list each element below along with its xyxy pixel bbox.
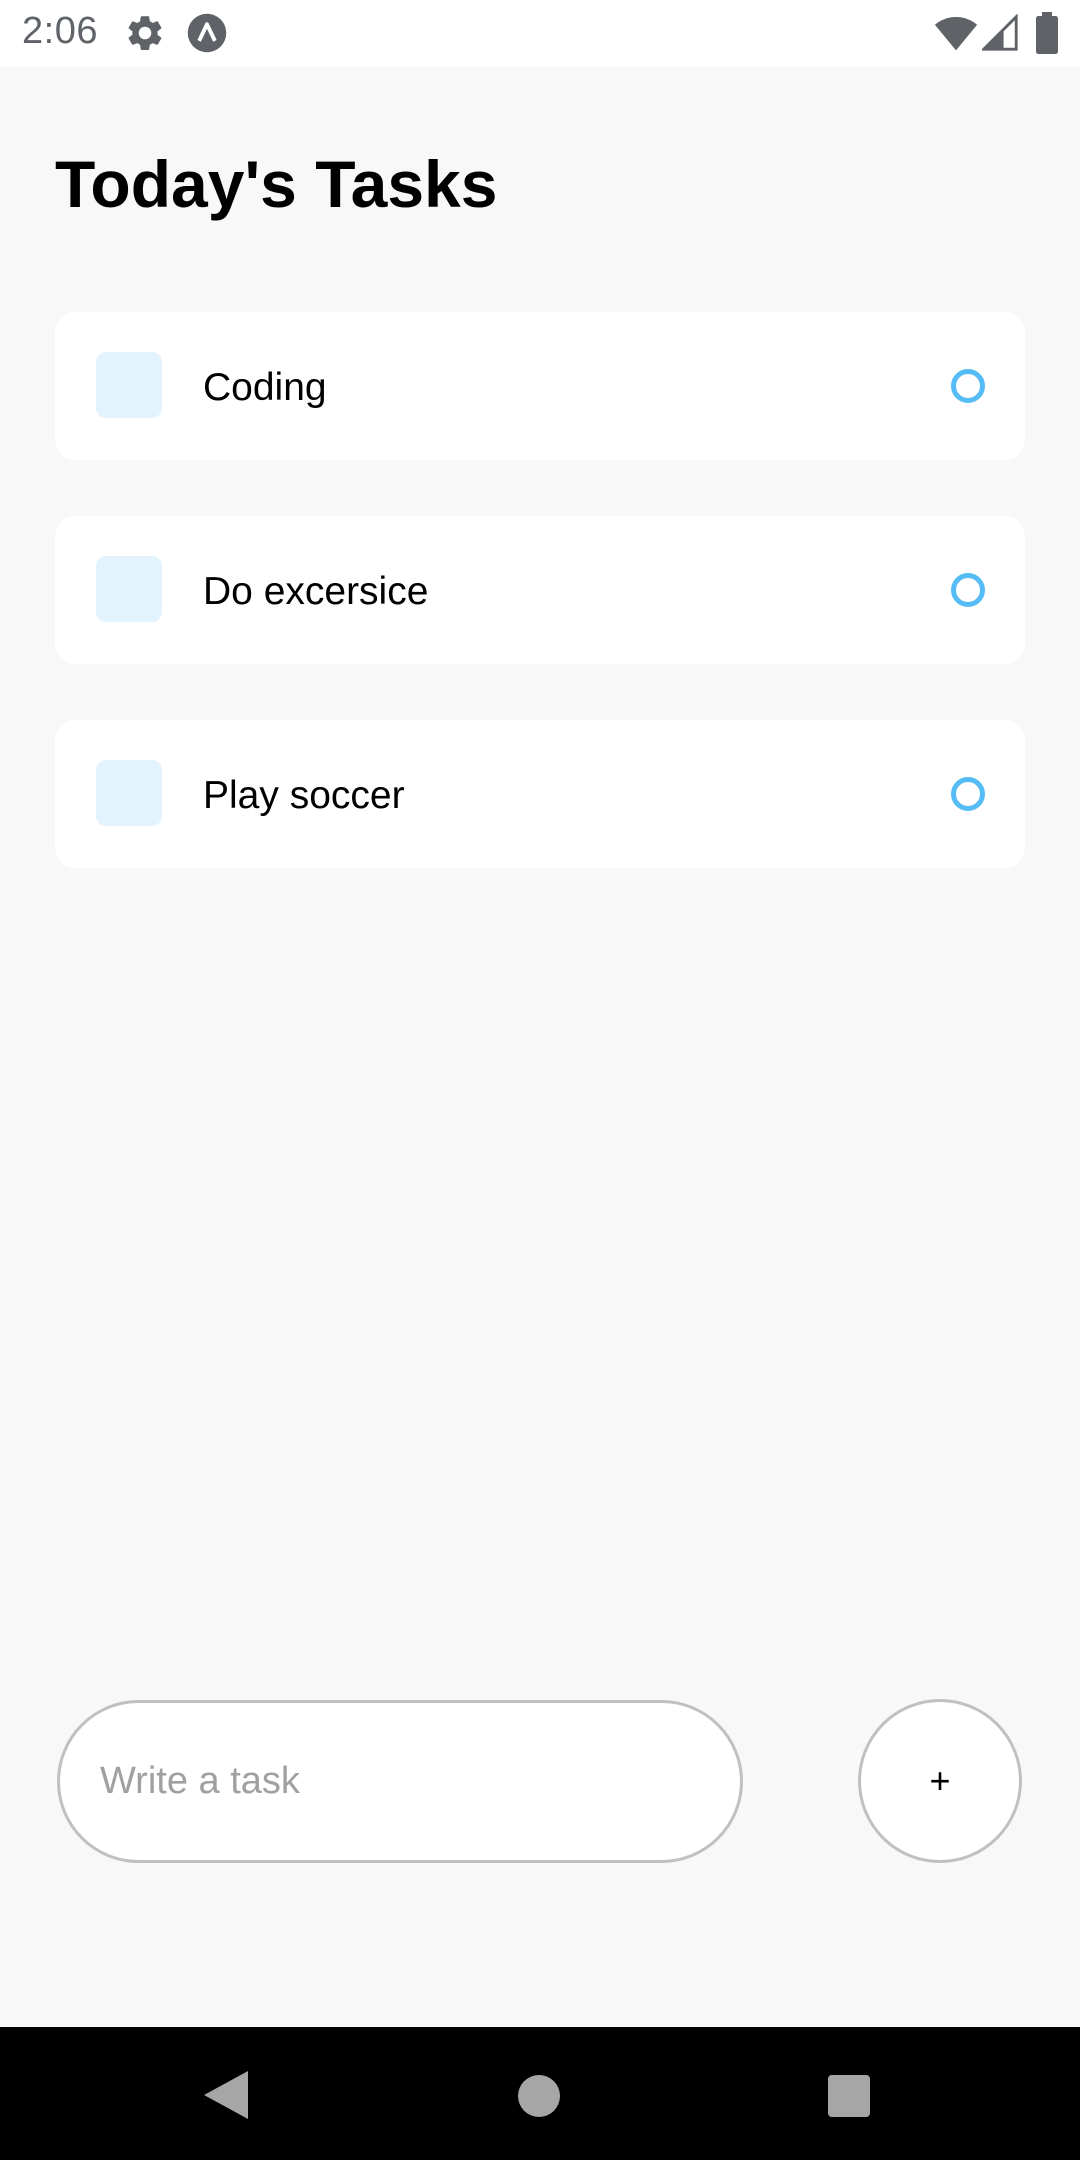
task-list: Coding Do excersice Play soccer bbox=[55, 312, 1025, 924]
gear-icon bbox=[128, 16, 162, 50]
task-label: Do excersice bbox=[203, 570, 429, 613]
status-bar: 2:06 bbox=[0, 0, 1080, 66]
page-title: Today's Tasks bbox=[55, 147, 498, 221]
task-card[interactable]: Do excersice bbox=[55, 516, 1025, 664]
wifi-icon bbox=[934, 17, 978, 51]
task-square-icon bbox=[96, 760, 162, 826]
status-time: 2:06 bbox=[22, 10, 98, 52]
task-square-icon bbox=[96, 556, 162, 622]
task-label: Play soccer bbox=[203, 774, 405, 817]
screen: 2:06 Today's Tasks Coding Do excersice P… bbox=[0, 0, 1080, 2160]
task-label: Coding bbox=[203, 366, 327, 409]
task-status-circle-icon bbox=[951, 777, 985, 811]
task-status-circle-icon bbox=[951, 573, 985, 607]
add-task-button[interactable]: + bbox=[858, 1699, 1022, 1863]
recents-icon[interactable] bbox=[828, 2075, 870, 2117]
signal-icon bbox=[982, 14, 1018, 51]
task-status-circle-icon bbox=[951, 369, 985, 403]
task-card[interactable]: Play soccer bbox=[55, 720, 1025, 868]
battery-icon bbox=[1036, 12, 1058, 54]
home-icon[interactable] bbox=[518, 2075, 560, 2117]
app-a-icon bbox=[187, 13, 227, 53]
navigation-bar bbox=[0, 2027, 1080, 2160]
back-icon[interactable] bbox=[204, 2071, 248, 2119]
task-input[interactable] bbox=[57, 1700, 743, 1863]
add-button-label: + bbox=[929, 1760, 951, 1801]
task-square-icon bbox=[96, 352, 162, 418]
task-card[interactable]: Coding bbox=[55, 312, 1025, 460]
